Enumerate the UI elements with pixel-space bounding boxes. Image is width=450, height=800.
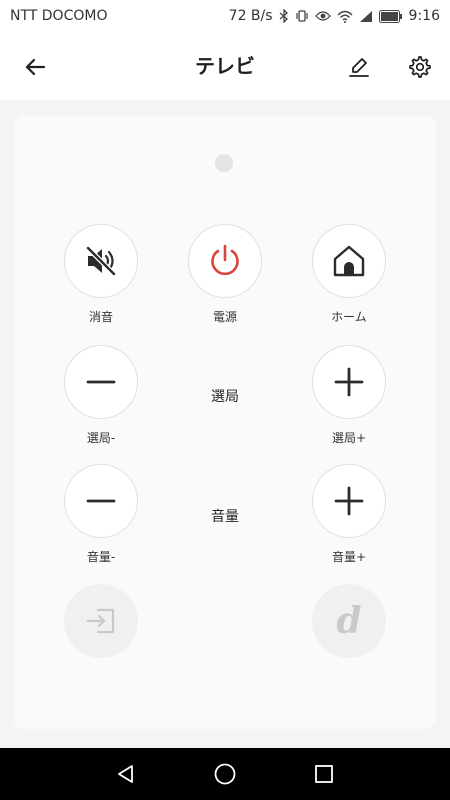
channel-up-button[interactable] (312, 345, 386, 419)
ir-indicator (215, 154, 233, 172)
input-switch-button[interactable] (64, 584, 138, 658)
home-button[interactable] (312, 224, 386, 298)
volume-down-button[interactable] (64, 464, 138, 538)
volume-up-label: 音量+ (331, 550, 367, 564)
battery-icon (378, 8, 403, 24)
carrier-name: NTT DOCOMO (10, 8, 108, 24)
home-icon (333, 245, 365, 277)
channel-down-label: 選局- (86, 431, 116, 445)
d-letter: d (336, 600, 362, 642)
edit-pen-icon (349, 58, 369, 77)
power-button[interactable] (188, 224, 262, 298)
settings-button[interactable] (403, 50, 437, 84)
edit-button[interactable] (342, 50, 376, 84)
vibrate-icon (295, 8, 309, 24)
page-title: テレビ (195, 54, 255, 78)
home-label: ホーム (331, 310, 367, 324)
status-bar: NTT DOCOMO 72 B/s 9:16 (0, 0, 450, 32)
volume-down-label: 音量- (86, 550, 116, 564)
power-icon (211, 244, 239, 276)
back-button[interactable] (18, 50, 52, 84)
gear-icon (409, 56, 431, 78)
plus-icon (334, 367, 364, 397)
power-label: 電源 (212, 310, 237, 324)
signal-icon (359, 8, 373, 24)
bluetooth-icon (279, 8, 289, 24)
back-triangle-icon (118, 765, 133, 783)
wifi-icon (337, 8, 353, 24)
system-nav-bar (0, 748, 450, 800)
volume-up-button[interactable] (312, 464, 386, 538)
minus-icon (86, 499, 116, 503)
channel-up-label: 選局+ (331, 431, 367, 445)
back-arrow-icon (25, 58, 46, 76)
nav-home-button[interactable] (211, 760, 239, 788)
mute-label: 消音 (88, 310, 113, 324)
mute-speaker-icon (85, 245, 117, 277)
clock: 9:16 (408, 8, 440, 24)
d-button[interactable]: d (312, 584, 386, 658)
channel-label: 選局 (211, 389, 239, 405)
input-switch-icon (86, 608, 115, 634)
volume-label: 音量 (211, 509, 239, 525)
eye-icon (314, 8, 331, 24)
home-circle-icon (214, 763, 236, 785)
nav-back-button[interactable] (112, 760, 140, 788)
channel-down-button[interactable] (64, 345, 138, 419)
mute-button[interactable] (64, 224, 138, 298)
network-speed: 72 B/s (228, 8, 273, 24)
nav-recents-button[interactable] (310, 760, 338, 788)
recents-square-icon (315, 765, 333, 783)
app-header: テレビ (0, 32, 450, 100)
minus-icon (86, 380, 116, 384)
plus-icon (334, 486, 364, 516)
